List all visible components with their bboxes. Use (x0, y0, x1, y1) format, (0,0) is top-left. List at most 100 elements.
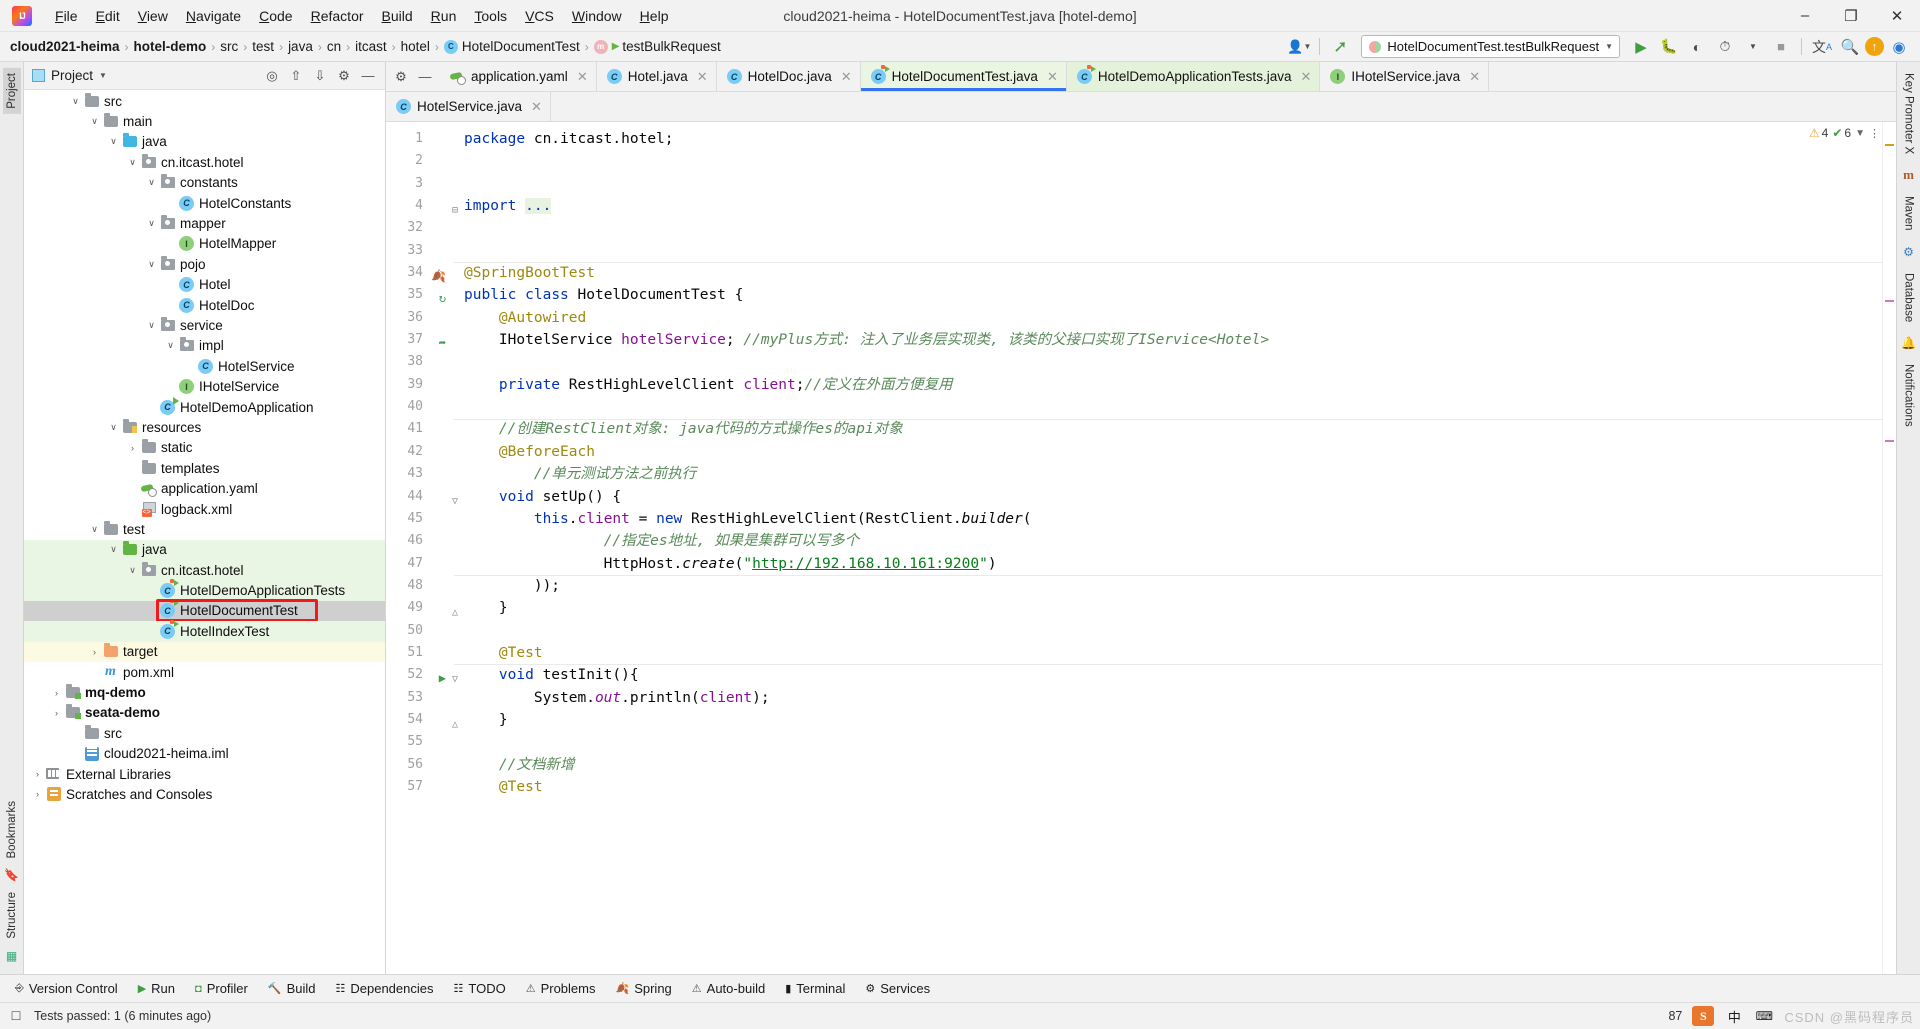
tree-node-target[interactable]: › target (24, 641, 385, 662)
menu-view[interactable]: View (129, 4, 177, 28)
tree-node-src[interactable]: ∨ src (24, 91, 385, 111)
chevron-right-icon[interactable]: › (125, 443, 140, 453)
tool-window-button-services[interactable]: ⚙ Services (856, 978, 939, 999)
tree-node-src[interactable]: src (24, 723, 385, 743)
tree-node-mq-demo[interactable]: › mq-demo (24, 682, 385, 702)
tree-node-resources[interactable]: ∨ resources (24, 417, 385, 437)
gutter-line-56[interactable]: 56 (386, 754, 454, 776)
chevron-down-icon[interactable]: ∨ (144, 320, 159, 331)
collapse-all-icon[interactable]: ⇩ (309, 65, 331, 87)
tree-node-seata-demo[interactable]: › seata-demo (24, 703, 385, 723)
breadcrumb-item-cloud2021-heima[interactable]: cloud2021-heima (10, 39, 120, 54)
hide-icon[interactable]: — (414, 66, 436, 88)
gutter-line-52[interactable]: 52 ▶ ▽ (386, 664, 458, 686)
tool-window-button-dependencies[interactable]: ☷ Dependencies (327, 978, 443, 999)
run-with-coverage-button[interactable]: ◐ (1684, 35, 1710, 59)
tree-node-hoteldoc[interactable]: C HotelDoc (24, 295, 385, 315)
hide-icon[interactable]: — (357, 65, 379, 87)
editor-tab-hoteldocumenttest-java[interactable]: C HotelDocumentTest.java ✕ (860, 62, 1067, 91)
marker-change[interactable] (1885, 440, 1894, 442)
language-indicator[interactable]: 中 (1724, 1006, 1744, 1026)
editor-tab-hoteldemoapplicationtests-java[interactable]: C HotelDemoApplicationTests.java ✕ (1066, 62, 1321, 91)
gutter-line-38[interactable]: 38 (386, 351, 454, 373)
gutter-line-55[interactable]: 55 (386, 731, 454, 753)
tree-node-java[interactable]: ∨ java (24, 539, 385, 560)
tree-node-static[interactable]: › static (24, 438, 385, 458)
gutter-line-47[interactable]: 47 (386, 553, 454, 575)
marker-change[interactable] (1885, 300, 1894, 302)
chevron-right-icon[interactable]: › (30, 769, 45, 779)
minimize-button[interactable]: – (1782, 0, 1828, 32)
close-icon[interactable]: ✕ (841, 69, 852, 85)
run-configuration-selector[interactable]: HotelDocumentTest.testBulkRequest ▼ (1361, 35, 1620, 58)
chevron-right-icon[interactable]: › (49, 688, 64, 698)
tree-node-scratches-and-consoles[interactable]: › Scratches and Consoles (24, 784, 385, 804)
chevron-right-icon[interactable]: › (49, 708, 64, 718)
chevron-down-icon[interactable]: ∨ (125, 565, 140, 576)
menu-window[interactable]: Window (563, 4, 631, 28)
chevron-down-icon[interactable]: ∨ (87, 116, 102, 127)
tree-node-cn-itcast-hotel[interactable]: ∨ cn.itcast.hotel (24, 559, 385, 581)
gutter-line-3[interactable]: 3 (386, 173, 454, 195)
gutter-line-48[interactable]: 48 (386, 575, 454, 597)
chevron-down-icon[interactable]: ∨ (68, 96, 83, 107)
gutter-line-51[interactable]: 51 (386, 642, 454, 664)
close-icon[interactable]: ✕ (1469, 69, 1480, 85)
close-button[interactable]: ✕ (1874, 0, 1920, 32)
notification-icon[interactable]: 🔔 (1900, 334, 1918, 352)
gutter-line-44[interactable]: 44 ▽ (386, 486, 458, 508)
close-icon[interactable]: ✕ (1047, 69, 1058, 85)
ime-badge[interactable]: S (1692, 1006, 1715, 1026)
gutter-line-1[interactable]: 1 (386, 128, 454, 150)
breadcrumb-item-testbulkrequest[interactable]: m ▶ testBulkRequest (593, 39, 721, 54)
gutter-line-54[interactable]: 54 △ (386, 709, 458, 731)
gutter-line-49[interactable]: 49 △ (386, 597, 458, 619)
inspection-menu-icon[interactable]: ⋮ (1869, 127, 1880, 140)
translate-icon[interactable]: 文A (1809, 35, 1835, 59)
tool-window-button-terminal[interactable]: ▮ Terminal (776, 978, 854, 999)
tree-node-test[interactable]: ∨ test (24, 519, 385, 539)
editor-tab-hotelservice-java[interactable]: C HotelService.java ✕ (386, 92, 551, 121)
tree-node-cloud2021-heima-iml[interactable]: cloud2021-heima.iml (24, 744, 385, 764)
expand-all-icon[interactable]: ⇧ (285, 65, 307, 87)
chevron-right-icon[interactable]: › (30, 789, 45, 799)
tree-node-impl[interactable]: ∨ impl (24, 336, 385, 356)
run-button[interactable]: ▶ (1628, 35, 1654, 59)
maven-icon[interactable]: m (1900, 166, 1918, 184)
tree-node-hotelmapper[interactable]: I HotelMapper (24, 234, 385, 254)
gutter-line-46[interactable]: 46 (386, 530, 454, 552)
breadcrumb-item-hoteldocumenttest[interactable]: C HotelDocumentTest (443, 39, 580, 54)
breadcrumb-item-itcast[interactable]: itcast (355, 39, 387, 54)
maximize-button[interactable]: ❐ (1828, 0, 1874, 32)
user-icon[interactable]: 👤 ▼ (1286, 35, 1312, 59)
tree-node-main[interactable]: ∨ main (24, 111, 385, 131)
tool-window-button-version-control[interactable]: ⎆ Version Control (6, 978, 127, 999)
breadcrumb-item-src[interactable]: src (220, 39, 238, 54)
menu-file[interactable]: File (46, 4, 87, 28)
editor-tab-hoteldoc-java[interactable]: C HotelDoc.java ✕ (716, 62, 861, 91)
chevron-down-icon[interactable]: ▼ (1740, 35, 1766, 59)
gutter-line-43[interactable]: 43 (386, 463, 454, 485)
tool-window-button-problems[interactable]: ⚠ Problems (517, 978, 605, 999)
code-editor[interactable]: 1 2 3 4 ⊟ 32 33 34 🍂 35 ↻ 36 37 ➦ 38 39 40 41 42 43 44 ▽ 45 46 4… (386, 122, 1896, 974)
close-icon[interactable]: ✕ (531, 99, 542, 115)
close-icon[interactable]: ✕ (1300, 69, 1311, 85)
chevron-down-icon[interactable]: ▼ (1855, 128, 1865, 139)
locate-icon[interactable]: ◎ (261, 65, 283, 87)
menu-refactor[interactable]: Refactor (302, 4, 373, 28)
tree-node-hoteldemoapplication[interactable]: C HotelDemoApplication (24, 396, 385, 417)
editor-scroll-map[interactable] (1882, 122, 1896, 974)
menu-build[interactable]: Build (373, 4, 422, 28)
gutter-line-32[interactable]: 32 (386, 217, 454, 239)
inspection-widget[interactable]: ⚠ 4 ✔ 6 ▼ ⋮ (1809, 126, 1880, 140)
event-log-icon[interactable]: ☐ (6, 1006, 26, 1026)
ide-icon[interactable]: ◉ (1886, 35, 1912, 59)
update-arrow-icon[interactable]: ↑ (1865, 37, 1884, 56)
chevron-down-icon[interactable]: ∨ (163, 340, 178, 351)
gutter-line-50[interactable]: 50 (386, 620, 454, 642)
breadcrumb-item-cn[interactable]: cn (327, 39, 341, 54)
settings-gear-icon[interactable]: ⚙ (390, 66, 412, 88)
chevron-right-icon[interactable]: › (87, 647, 102, 657)
rail-tab-database[interactable]: Database (1900, 268, 1918, 327)
gutter-line-45[interactable]: 45 (386, 508, 454, 530)
